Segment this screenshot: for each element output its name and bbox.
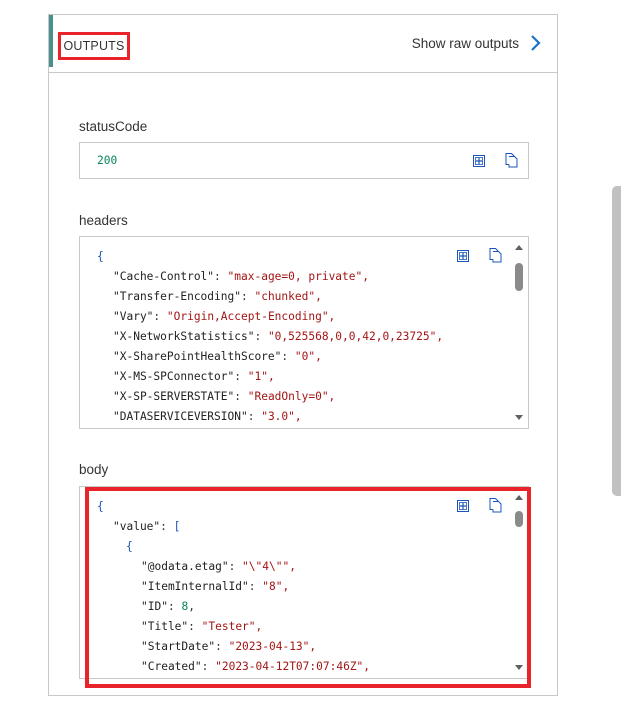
json-key: "value" — [113, 520, 161, 533]
json-value: "max-age=0, private", — [227, 270, 369, 283]
headers-json-line: "X-NetworkStatistics": "0,525568,0,0,42,… — [113, 330, 444, 343]
json-value: "2023-04-13", — [228, 640, 317, 653]
headers-json-line: "Vary": "Origin,Accept-Encoding", — [113, 310, 336, 323]
json-value: "Tester", — [201, 620, 263, 633]
headers-box[interactable]: { "Cache-Control": "max-age=0, private",… — [79, 236, 529, 429]
json-key: "Created" — [141, 660, 202, 673]
json-key: "ID" — [141, 600, 168, 613]
header-accent-bar — [49, 15, 53, 67]
json-key: "ItemInternalId" — [141, 580, 249, 593]
show-raw-outputs-label: Show raw outputs — [411, 35, 519, 51]
status-code-value: 200 — [97, 154, 118, 167]
expand-icon[interactable] — [472, 153, 486, 169]
outputs-panel: OUTPUTS Show raw outputs statusCode 200 … — [48, 14, 558, 696]
body-json-line: "Title": "Tester", — [141, 620, 263, 633]
body-json-line: "ItemInternalId": "8", — [141, 580, 290, 593]
json-key: "DATASERVICEVERSION" — [113, 410, 248, 423]
expand-icon[interactable] — [456, 248, 470, 264]
scroll-up-arrow-icon[interactable] — [515, 245, 523, 250]
json-value: "8", — [262, 580, 290, 593]
headers-json-line: "X-MS-SPConnector": "1", — [113, 370, 275, 383]
scroll-down-arrow-icon[interactable] — [515, 665, 523, 670]
body-json-line: "@odata.etag": "\"4\"", — [141, 560, 296, 573]
body-json-line: "Created": "2023-04-12T07:07:46Z", — [141, 660, 371, 673]
scroll-up-arrow-icon[interactable] — [515, 495, 523, 500]
headers-json-line: "DATASERVICEVERSION": "3.0", — [113, 410, 302, 423]
body-json-line: "ID": 8, — [141, 600, 195, 613]
headers-open-brace: { — [97, 250, 104, 263]
headers-json-line: "Cache-Control": "max-age=0, private", — [113, 270, 369, 283]
copy-icon[interactable] — [488, 497, 502, 513]
json-key: "Vary" — [113, 310, 154, 323]
json-value: "3.0", — [261, 410, 302, 423]
outputs-header: OUTPUTS Show raw outputs — [49, 15, 557, 73]
json-key: "Title" — [141, 620, 189, 633]
headers-label: headers — [79, 213, 128, 228]
headers-json-line: "X-SharePointHealthScore": "0", — [113, 350, 322, 363]
headers-json-line: "X-SP-SERVERSTATE": "ReadOnly=0", — [113, 390, 336, 403]
json-array-open: [ — [173, 520, 181, 533]
json-comma: , — [188, 600, 195, 613]
outputs-title: OUTPUTS — [58, 32, 130, 60]
copy-icon[interactable] — [488, 247, 502, 263]
json-value: "1", — [247, 370, 275, 383]
json-value: "\"4\"", — [242, 560, 296, 573]
json-key: "X-NetworkStatistics" — [113, 330, 255, 343]
body-json-line: "StartDate": "2023-04-13", — [141, 640, 317, 653]
status-code-label: statusCode — [79, 119, 148, 134]
json-key: "X-MS-SPConnector" — [113, 370, 235, 383]
show-raw-outputs-link[interactable]: Show raw outputs — [412, 31, 541, 55]
chevron-right-icon — [531, 35, 541, 51]
scroll-thumb[interactable] — [515, 511, 523, 527]
headers-json-line: "Transfer-Encoding": "chunked", — [113, 290, 322, 303]
body-scrollbar[interactable] — [513, 491, 525, 674]
json-value: "2023-04-12T07:07:46Z", — [215, 660, 371, 673]
page-scrollbar-thumb[interactable] — [612, 186, 621, 496]
json-value: "ReadOnly=0", — [247, 390, 336, 403]
expand-icon[interactable] — [456, 498, 470, 514]
json-key: "StartDate" — [141, 640, 216, 653]
copy-icon[interactable] — [504, 152, 518, 168]
body-label: body — [79, 462, 109, 477]
json-value: "0", — [294, 350, 322, 363]
status-code-box[interactable]: 200 — [79, 142, 529, 179]
body-box[interactable]: { "value": [ { "@odata.etag": "\"4\"", "I… — [79, 486, 529, 679]
json-value: "0,525568,0,0,42,0,23725", — [267, 330, 444, 343]
json-key: "X-SharePointHealthScore" — [113, 350, 282, 363]
json-key: "Cache-Control" — [113, 270, 215, 283]
body-value-line: "value": [ — [113, 520, 181, 533]
json-value: "chunked", — [254, 290, 322, 303]
scroll-down-arrow-icon[interactable] — [515, 415, 523, 420]
body-open-brace: { — [97, 500, 104, 513]
body-object-open: { — [126, 540, 133, 553]
headers-scrollbar[interactable] — [513, 241, 525, 424]
json-key: "@odata.etag" — [141, 560, 229, 573]
json-key: "X-SP-SERVERSTATE" — [113, 390, 235, 403]
scroll-thumb[interactable] — [515, 263, 523, 291]
json-key: "Transfer-Encoding" — [113, 290, 241, 303]
json-value: "Origin,Accept-Encoding", — [166, 310, 336, 323]
